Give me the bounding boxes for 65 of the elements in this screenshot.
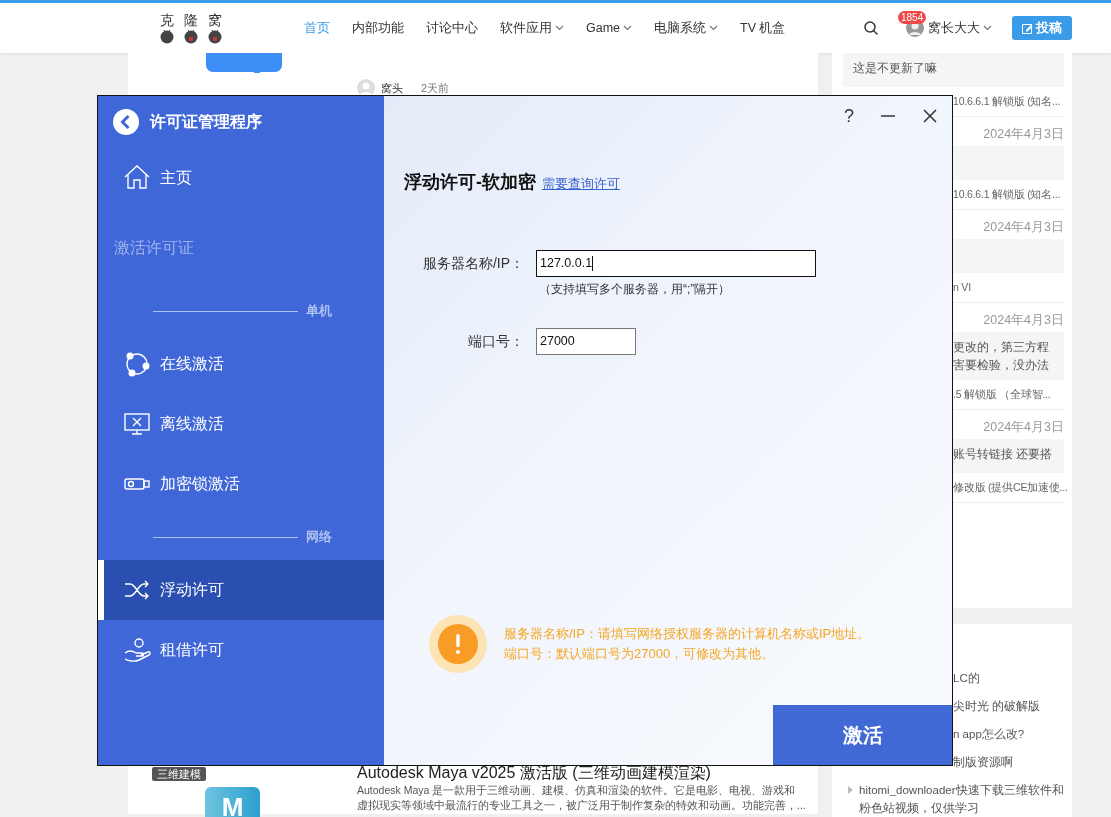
notice-text: 服务器名称/IP：请填写网络授权服务器的计算机名称或IP地址。 端口号：默认端口号为27000，可修改为其他。 xyxy=(504,625,871,663)
page-heading: 浮动许可-软加密 xyxy=(404,171,536,194)
hint-text: （支持填写多个服务器，用“;”隔开） xyxy=(538,281,732,299)
nav-link[interactable]: 软件应用 xyxy=(500,18,564,38)
avatar-icon xyxy=(357,79,375,97)
bug-icon xyxy=(183,28,199,44)
minimize-icon xyxy=(880,115,896,117)
comment-source-link[interactable]: 10.6.6.1 解锁版 (知名... xyxy=(953,91,1061,111)
group-label: 网络 xyxy=(306,528,332,546)
input-field[interactable]: 27000 xyxy=(536,328,636,356)
post-link[interactable]: LC的 xyxy=(953,672,980,684)
logo-text: 窝 xyxy=(207,12,223,28)
post-excerpt: Autodesk Maya 是一款用于三维动画、建模、仿真和渲染的软件。它是电影、电视、游戏和 虚拟现实等领域中最流行的专业工具之一，被广泛用于制作复杂的特效和动画。功能完善，... xyxy=(357,783,806,813)
nav-item[interactable]: 加密锁激活 xyxy=(98,454,384,514)
input-field[interactable]: 127.0.0.1 xyxy=(536,250,816,278)
nav-link[interactable]: Game xyxy=(586,18,633,38)
post-link[interactable]: 制版资源啊 xyxy=(953,756,1013,768)
logo-text: 克 xyxy=(159,12,175,28)
nav-item[interactable]: 离线激活 xyxy=(98,394,384,454)
speech-bubble-icon xyxy=(205,53,285,73)
nav-link[interactable]: 讨论中心 xyxy=(426,18,478,38)
post-link[interactable]: n app怎么改? xyxy=(953,728,1025,740)
section-heading: 激活许可证 xyxy=(114,238,194,259)
help-button[interactable]: ? xyxy=(840,104,858,128)
nav-item[interactable]: 主页 xyxy=(98,148,384,208)
comment-date: 2024年4月3日 xyxy=(982,219,1064,236)
notification-badge: 1854 xyxy=(898,11,927,24)
activate-button[interactable]: 激活 xyxy=(773,705,952,765)
post-time: 2天前 xyxy=(421,80,450,96)
bug-icon xyxy=(159,28,175,44)
comment-source-link[interactable]: n VI xyxy=(953,277,971,297)
comment-bubble: 这是不更新了嘛 xyxy=(843,53,1064,87)
nav-link[interactable]: 内部功能 xyxy=(352,18,404,38)
comment-source-link[interactable]: 修改版 (提供CE加速使... xyxy=(953,477,1068,497)
edit-icon xyxy=(1022,22,1033,34)
comment-source-link[interactable]: .5 解锁版 （全球智... xyxy=(953,384,1051,404)
comment-date: 2024年4月3日 xyxy=(982,126,1064,143)
field-label: 服务器名称/IP： xyxy=(421,254,525,274)
warning-icon xyxy=(429,615,487,673)
nav-link[interactable]: TV 机盒 xyxy=(740,18,786,38)
post-link[interactable]: 尖时光 的破解版 xyxy=(953,700,1041,712)
query-license-link[interactable]: 需要查询许可 xyxy=(541,175,620,194)
user-menu[interactable]: 窝长大大 xyxy=(928,18,992,38)
search-icon[interactable] xyxy=(863,20,879,36)
comment-date: 2024年4月3日 xyxy=(982,419,1064,436)
nav-item[interactable]: 在线激活 xyxy=(98,334,384,394)
comment-date: 2024年4月3日 xyxy=(982,312,1064,329)
bullet-icon xyxy=(848,786,853,794)
app-title: 许可证管理程序 xyxy=(150,112,262,132)
back-icon[interactable] xyxy=(112,108,140,136)
logo-text: 隆 xyxy=(183,12,199,28)
chevron-down-icon xyxy=(983,25,992,31)
bug-icon xyxy=(207,28,223,44)
group-label: 单机 xyxy=(306,302,332,320)
field-label: 端口号： xyxy=(467,332,525,352)
close-icon xyxy=(922,108,938,124)
post-link[interactable]: hitomi_downloader快速下载三维软件和 粉色站视频，仅供学习 xyxy=(859,781,1064,817)
maya-logo-icon: M xyxy=(205,786,260,817)
category-tag[interactable]: 三维建模 xyxy=(152,767,206,781)
comment-source-link[interactable]: 10.6.6.1 解锁版 (知名... xyxy=(953,184,1061,204)
hand-icon xyxy=(122,635,152,665)
nav-item[interactable]: 浮动许可 xyxy=(98,560,384,620)
nav-item[interactable]: 租借许可 xyxy=(98,620,384,680)
nav-link[interactable]: 电脑系统 xyxy=(654,18,719,38)
author-name[interactable]: 窝头 xyxy=(381,79,403,97)
